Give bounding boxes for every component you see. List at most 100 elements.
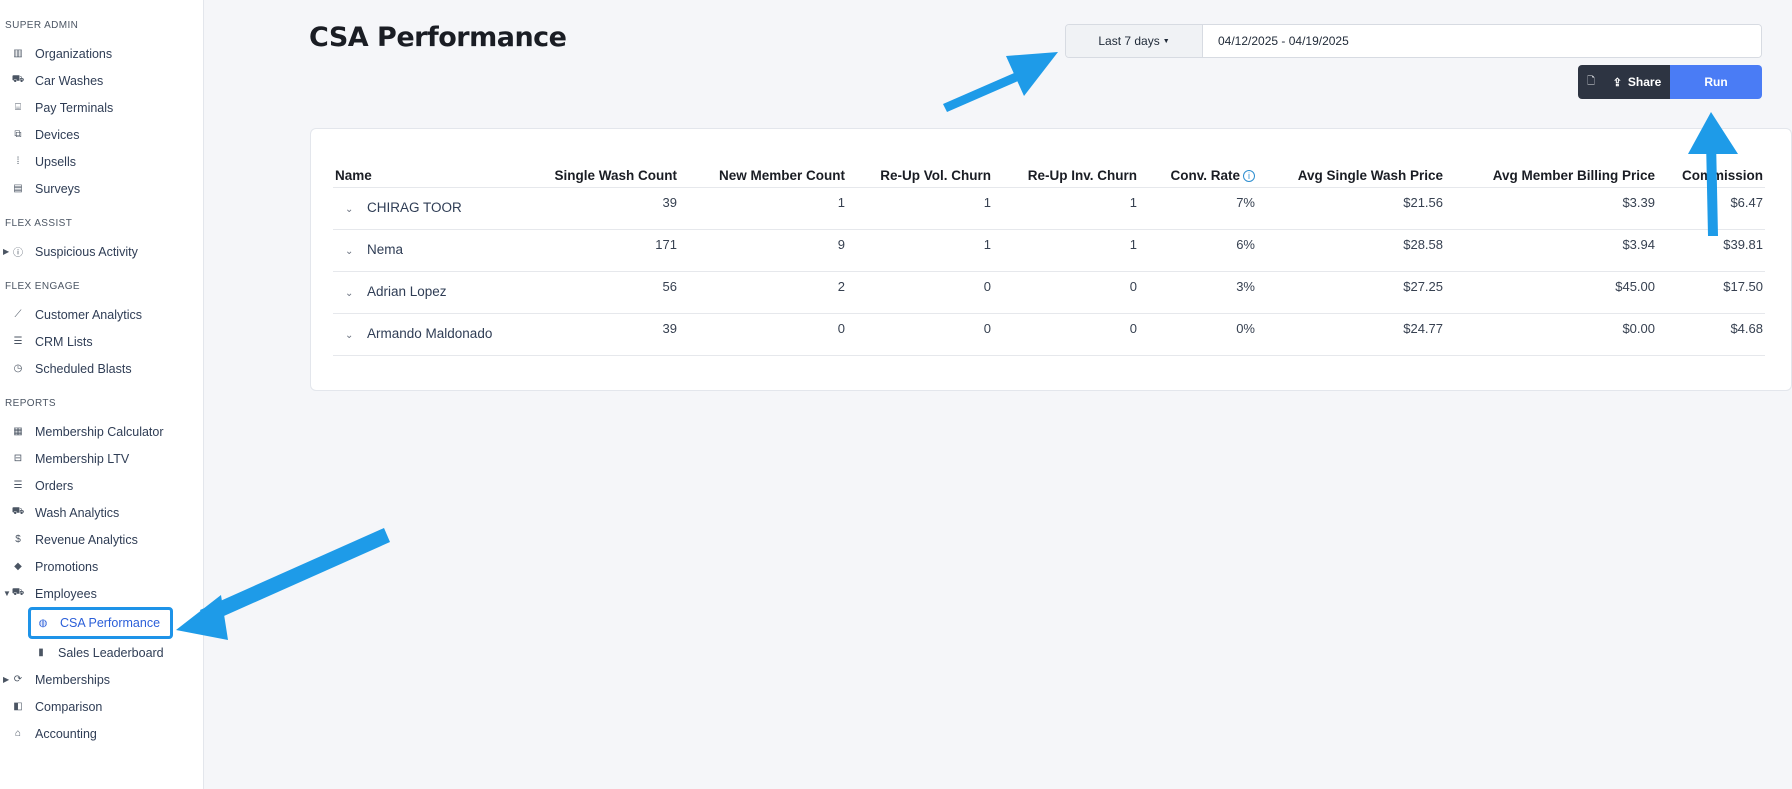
sidebar-item-surveys[interactable]: ▤ Surveys bbox=[0, 175, 203, 202]
table-row[interactable]: ⌄ Nema 171 9 1 1 6% $28.58 $3.94 $39.81 bbox=[333, 229, 1792, 272]
run-button[interactable]: Run bbox=[1670, 65, 1762, 99]
action-buttons: 🗋 ⇪ Share Run bbox=[1578, 65, 1762, 99]
caret-right-icon: ▶ bbox=[3, 247, 10, 256]
sidebar-item-label: Sales Leaderboard bbox=[58, 645, 164, 660]
chevron-down-icon[interactable]: ⌄ bbox=[345, 232, 363, 271]
sidebar-item-label: Comparison bbox=[35, 699, 103, 714]
sidebar-item-suspicious-activity[interactable]: ▶ ⓘ Suspicious Activity bbox=[0, 238, 203, 265]
sidebar-item-label: Accounting bbox=[35, 726, 97, 741]
share-icon: ⇪ bbox=[1612, 76, 1622, 89]
ticket-icon: ⊟ bbox=[13, 453, 23, 464]
device-icon: ⧉ bbox=[14, 129, 22, 140]
sidebar-item-label: Suspicious Activity bbox=[35, 244, 138, 259]
car-icon: ⛟ bbox=[11, 506, 25, 517]
column-header-name[interactable]: Name bbox=[333, 159, 525, 188]
table-spacer bbox=[1765, 313, 1792, 355]
alert-icon: ⓘ bbox=[13, 248, 23, 259]
date-range-input[interactable] bbox=[1203, 25, 1761, 57]
cell-avg-single-wash-price: $21.56 bbox=[1257, 187, 1445, 230]
sidebar-item-wash-analytics[interactable]: ⛟ Wash Analytics bbox=[0, 499, 203, 526]
cell-re-up-vol-churn: 0 bbox=[847, 313, 993, 356]
sidebar-item-organizations[interactable]: ▥ Organizations bbox=[0, 40, 203, 67]
sidebar-item-label: Orders bbox=[35, 478, 74, 493]
row-name-cell: ⌄ Armando Maldonado bbox=[333, 313, 525, 356]
column-header-re-up-inv-churn[interactable]: Re-Up Inv. Churn bbox=[993, 159, 1139, 188]
table-row[interactable]: ⌄ Armando Maldonado 39 0 0 0 0% $24.77 $0… bbox=[333, 313, 1792, 356]
sidebar-item-membership-ltv[interactable]: ⊟ Membership LTV bbox=[0, 445, 203, 472]
cell-commission: $17.50 bbox=[1657, 271, 1765, 314]
column-header-avg-single-wash-price[interactable]: Avg Single Wash Price bbox=[1257, 159, 1445, 188]
share-button[interactable]: ⇪ Share bbox=[1604, 65, 1670, 99]
sidebar-item-label: Upsells bbox=[35, 154, 76, 169]
cell-re-up-vol-churn: 1 bbox=[847, 229, 993, 272]
cell-conv-rate: 0% bbox=[1139, 313, 1257, 356]
cell-conv-rate: 7% bbox=[1139, 187, 1257, 230]
cell-re-up-inv-churn: 1 bbox=[993, 187, 1139, 230]
employee-name: Nema bbox=[367, 241, 404, 257]
cell-re-up-vol-churn: 0 bbox=[847, 271, 993, 314]
cell-commission: $4.68 bbox=[1657, 313, 1765, 356]
range-dropdown[interactable]: Last 7 days ▼ bbox=[1066, 25, 1203, 57]
sidebar-item-label: Wash Analytics bbox=[35, 505, 120, 520]
table-row[interactable]: ⌄ CHIRAG TOOR 39 1 1 1 7% $21.56 $3.39 $6… bbox=[333, 187, 1792, 230]
column-header-new-member-count[interactable]: New Member Count bbox=[679, 159, 847, 188]
chevron-down-icon[interactable]: ⌄ bbox=[345, 316, 363, 355]
employee-name: Adrian Lopez bbox=[367, 283, 447, 299]
column-header-single-wash-count[interactable]: Single Wash Count bbox=[525, 159, 679, 188]
cell-avg-single-wash-price: $24.77 bbox=[1257, 313, 1445, 356]
sidebar-item-membership-calculator[interactable]: ▦ Membership Calculator bbox=[0, 418, 203, 445]
table-header-row: Name Single Wash Count New Member Count … bbox=[333, 159, 1792, 188]
sidebar-item-label: Scheduled Blasts bbox=[35, 361, 132, 376]
chevron-down-icon[interactable]: ⌄ bbox=[345, 190, 363, 229]
sidebar-item-customer-analytics[interactable]: ⟋ Customer Analytics bbox=[0, 301, 203, 328]
column-header-avg-member-billing-price[interactable]: Avg Member Billing Price bbox=[1445, 159, 1657, 188]
app-root: SUPER ADMIN ▥ Organizations ⛟ Car Washes ⌸… bbox=[0, 0, 1792, 789]
sidebar-item-label: Membership Calculator bbox=[35, 424, 164, 439]
cell-commission: $6.47 bbox=[1657, 187, 1765, 230]
cell-re-up-inv-churn: 1 bbox=[993, 229, 1139, 272]
column-header-re-up-vol-churn[interactable]: Re-Up Vol. Churn bbox=[847, 159, 993, 188]
cell-avg-member-billing-price: $0.00 bbox=[1445, 313, 1657, 356]
sidebar-item-label: Memberships bbox=[35, 672, 111, 687]
sidebar-item-csa-performance[interactable]: ◍ CSA Performance bbox=[28, 607, 173, 639]
chevron-down-icon[interactable]: ⌄ bbox=[345, 274, 363, 313]
export-button[interactable]: 🗋 bbox=[1578, 65, 1604, 99]
sidebar-item-label: Promotions bbox=[35, 559, 99, 574]
info-icon[interactable]: i bbox=[1243, 169, 1255, 182]
sidebar-item-comparison[interactable]: ◧ Comparison bbox=[0, 693, 203, 720]
cell-single-wash-count: 171 bbox=[525, 229, 679, 272]
sidebar-item-pay-terminals[interactable]: ⌸ Pay Terminals bbox=[0, 94, 203, 121]
sidebar-item-car-washes[interactable]: ⛟ Car Washes bbox=[0, 67, 203, 94]
sidebar-item-promotions[interactable]: ◆ Promotions bbox=[0, 553, 203, 580]
sidebar-item-crm-lists[interactable]: ☰ CRM Lists bbox=[0, 328, 203, 355]
column-header-commission[interactable]: Commission bbox=[1657, 159, 1765, 188]
sidebar-item-memberships[interactable]: ▶ ⟳ Memberships bbox=[0, 666, 203, 693]
line-chart-icon: ⟋ bbox=[14, 309, 22, 320]
cell-avg-single-wash-price: $27.25 bbox=[1257, 271, 1445, 314]
section-title-flex-engage: FLEX ENGAGE bbox=[5, 281, 80, 292]
upsell-icon: ⁞ bbox=[16, 156, 20, 167]
cell-avg-member-billing-price: $3.39 bbox=[1445, 187, 1657, 230]
sidebar-item-label: Membership LTV bbox=[35, 451, 130, 466]
sidebar-item-devices[interactable]: ⧉ Devices bbox=[0, 121, 203, 148]
employees-icon: ⛟ bbox=[11, 587, 25, 598]
sidebar-item-label: Organizations bbox=[35, 46, 113, 61]
sidebar-item-orders[interactable]: ☰ Orders bbox=[0, 472, 203, 499]
sidebar-item-accounting[interactable]: ⌂ Accounting bbox=[0, 720, 203, 747]
bank-icon: ⌂ bbox=[14, 728, 22, 739]
range-dropdown-label: Last 7 days bbox=[1098, 34, 1160, 48]
terminal-icon: ⌸ bbox=[15, 102, 21, 113]
sidebar-item-revenue-analytics[interactable]: $ Revenue Analytics bbox=[0, 526, 203, 553]
tag-icon: ◆ bbox=[14, 561, 22, 572]
sidebar-item-sales-leaderboard[interactable]: ▮ Sales Leaderboard bbox=[0, 639, 203, 666]
column-header-conv-rate[interactable]: Conv. Rate i bbox=[1139, 159, 1257, 188]
sidebar-item-employees[interactable]: ▼ ⛟ Employees bbox=[0, 580, 203, 607]
sidebar-item-upsells[interactable]: ⁞ Upsells bbox=[0, 148, 203, 175]
caret-down-icon: ▼ bbox=[3, 589, 11, 598]
cell-avg-single-wash-price: $28.58 bbox=[1257, 229, 1445, 272]
sidebar-item-scheduled-blasts[interactable]: ◷ Scheduled Blasts bbox=[0, 355, 203, 382]
cell-single-wash-count: 56 bbox=[525, 271, 679, 314]
table-row[interactable]: ⌄ Adrian Lopez 56 2 0 0 3% $27.25 $45.00 … bbox=[333, 271, 1792, 314]
